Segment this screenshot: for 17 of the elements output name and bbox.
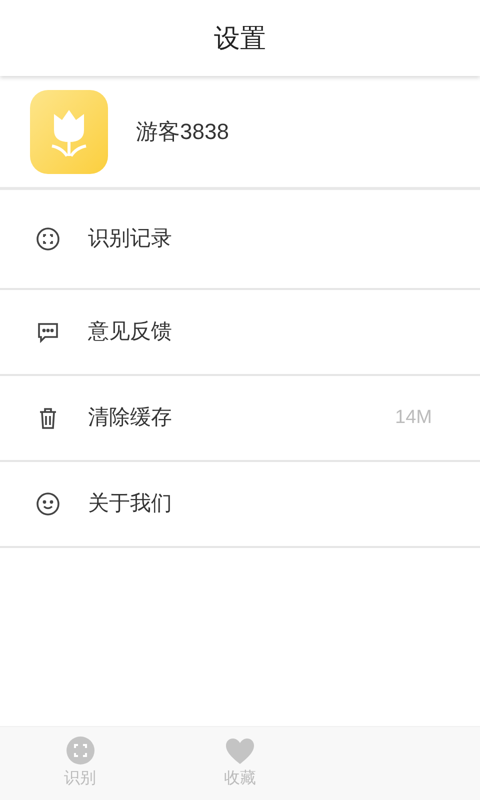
- menu-label: 清除缓存: [88, 405, 173, 432]
- menu-item[interactable]: 关于我们: [0, 462, 480, 548]
- page-title: 设置: [214, 22, 266, 54]
- menu-item[interactable]: 识别记录: [0, 190, 480, 290]
- scan-icon: [36, 227, 60, 251]
- scan-icon: [66, 736, 94, 765]
- menu-label: 关于我们: [88, 491, 173, 518]
- menu-label: 识别记录: [88, 226, 173, 252]
- smiley-icon: [36, 492, 60, 516]
- cache-size: 14M: [395, 406, 432, 430]
- flower-logo-icon: [30, 90, 108, 174]
- chat-icon: [36, 320, 60, 344]
- heart-icon: [225, 736, 255, 764]
- menu-item[interactable]: 意见反馈: [0, 290, 480, 376]
- menu-label: 意见反馈: [88, 319, 173, 346]
- user-name: 游客3838: [136, 118, 229, 146]
- menu-item[interactable]: 清除缓存 14M: [0, 376, 480, 462]
